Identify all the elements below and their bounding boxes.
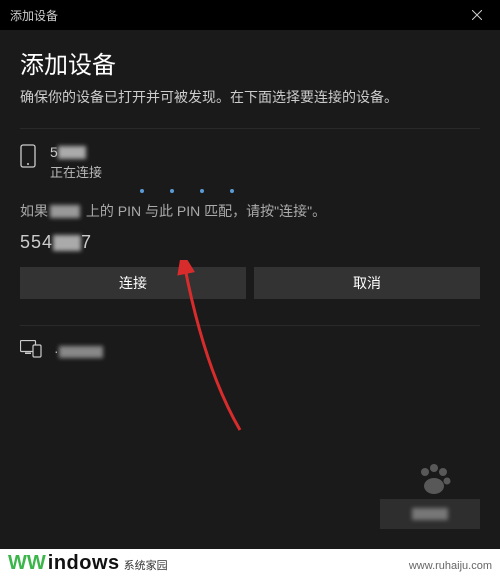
page-title: 添加设备 bbox=[20, 45, 480, 80]
device-status: 正在连接 bbox=[50, 162, 480, 181]
close-icon bbox=[472, 10, 482, 20]
connect-button[interactable]: 连接 bbox=[20, 267, 246, 299]
bottom-button-redacted bbox=[412, 508, 448, 520]
dialog-content: 添加设备 确保你的设备已打开并可被发现。在下面选择要连接的设备。 5 正在连接 … bbox=[0, 30, 500, 377]
cancel-button[interactable]: 取消 bbox=[254, 267, 480, 299]
loading-dots bbox=[140, 189, 480, 193]
page-subtitle: 确保你的设备已打开并可被发现。在下面选择要连接的设备。 bbox=[20, 88, 480, 108]
monitor-phone-icon bbox=[20, 340, 42, 363]
watermark-url: www.ruhaiju.com bbox=[409, 561, 492, 572]
device-other-name: · bbox=[54, 343, 103, 359]
watermark-sub: 系统家园 bbox=[124, 561, 168, 572]
device-name: 5 bbox=[50, 144, 480, 160]
device-name-redacted bbox=[58, 146, 86, 159]
paw-watermark-icon bbox=[414, 460, 454, 505]
watermark-text: indows bbox=[48, 553, 120, 573]
pin-instruction: 如果 上的 PIN 与此 PIN 匹配，请按"连接"。 bbox=[20, 201, 480, 222]
phone-icon bbox=[20, 144, 38, 181]
pin-device-redacted bbox=[50, 205, 80, 218]
watermark-logo: WW bbox=[8, 553, 46, 573]
other-device-redacted bbox=[59, 346, 103, 358]
device-pairing-section: 5 正在连接 如果 上的 PIN 与此 PIN 匹配，请按"连接"。 5547 … bbox=[20, 128, 480, 307]
pin-digits-redacted bbox=[53, 235, 81, 251]
close-button[interactable] bbox=[454, 0, 500, 30]
watermark: WW indows 系统家园 www.ruhaiju.com bbox=[0, 549, 500, 577]
button-row: 连接 取消 bbox=[20, 267, 480, 299]
titlebar-title: 添加设备 bbox=[10, 7, 58, 24]
titlebar: 添加设备 bbox=[0, 0, 500, 30]
pin-code: 5547 bbox=[20, 232, 480, 253]
device-list-item[interactable]: · bbox=[20, 325, 480, 377]
